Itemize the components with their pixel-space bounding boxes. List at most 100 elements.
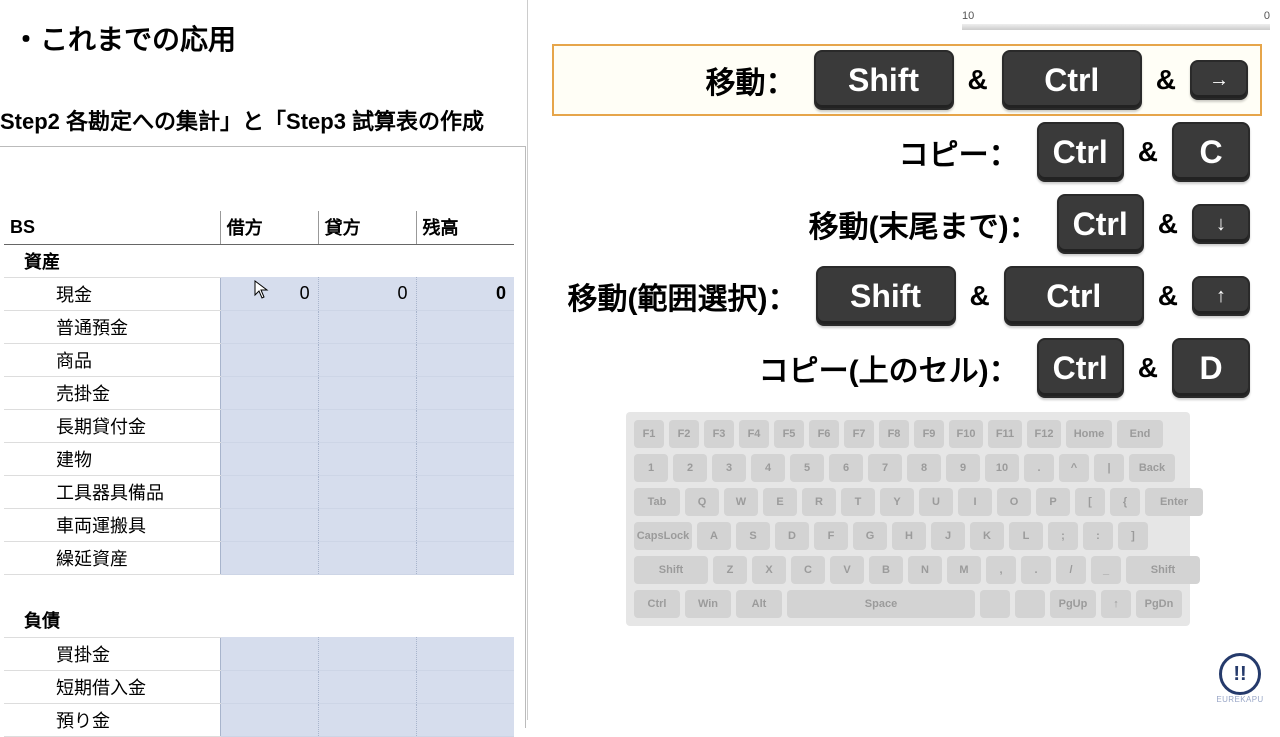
kbd-key: ; (1048, 522, 1078, 550)
ampersand: & (1138, 136, 1158, 168)
bs-frame: BS 借方 貸方 残高 資産現金000普通預金商品売掛金長期貸付金建物工具器具備… (0, 146, 526, 728)
cell-balance[interactable] (416, 376, 514, 409)
cell-debit[interactable] (220, 409, 318, 442)
cell-credit[interactable] (318, 409, 416, 442)
kbd-key: ] (1118, 522, 1148, 550)
table-row[interactable]: 繰延資産 (4, 541, 514, 574)
shortcut-label: 移動： (706, 58, 796, 102)
kbd-key: T (841, 488, 875, 516)
cell-balance[interactable]: 0 (416, 277, 514, 310)
kbd-key: F (814, 522, 848, 550)
table-row[interactable]: 長期貸付金 (4, 409, 514, 442)
kbd-key: A (697, 522, 731, 550)
cell-debit[interactable] (220, 541, 318, 574)
table-row[interactable]: 車両運搬具 (4, 508, 514, 541)
kbd-key: Shift (634, 556, 708, 584)
kbd-key: L (1009, 522, 1043, 550)
kbd-key: W (724, 488, 758, 516)
cell-balance[interactable] (416, 475, 514, 508)
key-ctrl: Ctrl (1002, 50, 1142, 110)
cell-credit[interactable] (318, 343, 416, 376)
cell-credit[interactable] (318, 376, 416, 409)
cell-balance[interactable] (416, 409, 514, 442)
shortcut-label: 移動(範囲選択)： (568, 274, 798, 318)
table-row[interactable]: 短期借入金 (4, 670, 514, 703)
key-↑: ↑ (1192, 276, 1250, 316)
cell-credit[interactable]: 0 (318, 277, 416, 310)
table-row[interactable]: 現金000 (4, 277, 514, 310)
cell-debit[interactable] (220, 343, 318, 376)
cell-credit[interactable] (318, 475, 416, 508)
cell-credit[interactable] (318, 310, 416, 343)
kbd-key: Alt (736, 590, 782, 618)
kbd-key: J (931, 522, 965, 550)
bs-label: BS (4, 211, 220, 244)
kbd-key: M (947, 556, 981, 584)
cell-balance[interactable] (416, 343, 514, 376)
kbd-key: Z (713, 556, 747, 584)
kbd-key: F12 (1027, 420, 1061, 448)
table-row[interactable]: 建物 (4, 442, 514, 475)
cell-balance[interactable] (416, 508, 514, 541)
row-name: 建物 (4, 442, 220, 475)
left-pane: ・これまでの応用 Step2 各勘定への集計」と「Step3 試算表の作成 BS… (0, 0, 528, 720)
cell-balance[interactable] (416, 670, 514, 703)
kbd-key: 1 (634, 454, 668, 482)
kbd-key: C (791, 556, 825, 584)
cell-debit[interactable]: 0 (220, 277, 318, 310)
ampersand: & (1158, 208, 1178, 240)
cell-debit[interactable] (220, 508, 318, 541)
kbd-key: X (752, 556, 786, 584)
cell-debit[interactable] (220, 442, 318, 475)
kbd-key: Tab (634, 488, 680, 516)
row-name: 繰延資産 (4, 541, 220, 574)
cell-credit[interactable] (318, 541, 416, 574)
cell-balance[interactable] (416, 442, 514, 475)
cell-debit[interactable] (220, 670, 318, 703)
row-name: 買掛金 (4, 637, 220, 670)
cell-balance[interactable] (416, 637, 514, 670)
col-debit: 借方 (220, 211, 318, 244)
shortcut-block: 移動：Shift&Ctrl&→コピー：Ctrl&C移動(末尾まで)：Ctrl&↓… (552, 44, 1262, 404)
kbd-key: F5 (774, 420, 804, 448)
row-name: 工具器具備品 (4, 475, 220, 508)
kbd-row: F1F2F3F4F5F6F7F8F9F10F11F12HomeEnd (634, 420, 1182, 448)
key-c: C (1172, 122, 1250, 182)
row-name: 現金 (4, 277, 220, 310)
cell-debit[interactable] (220, 376, 318, 409)
table-row[interactable]: 商品 (4, 343, 514, 376)
kbd-row: CapsLockASDFGHJKL;:] (634, 522, 1182, 550)
kbd-key: Shift (1126, 556, 1200, 584)
table-row[interactable]: 普通預金 (4, 310, 514, 343)
kbd-key (1015, 590, 1045, 618)
kbd-key: R (802, 488, 836, 516)
row-name: 普通預金 (4, 310, 220, 343)
row-name: 商品 (4, 343, 220, 376)
kbd-key: , (986, 556, 1016, 584)
cell-credit[interactable] (318, 670, 416, 703)
cell-credit[interactable] (318, 442, 416, 475)
kbd-key: | (1094, 454, 1124, 482)
cell-balance[interactable] (416, 541, 514, 574)
ruler-right: 0 (1264, 10, 1270, 22)
key-ctrl: Ctrl (1057, 194, 1144, 254)
table-row[interactable]: 売掛金 (4, 376, 514, 409)
cell-balance[interactable] (416, 310, 514, 343)
table-row[interactable]: 工具器具備品 (4, 475, 514, 508)
cell-debit[interactable] (220, 637, 318, 670)
shortcut-label: コピー： (899, 130, 1019, 174)
logo-mark: !! (1219, 653, 1261, 695)
kbd-key: I (958, 488, 992, 516)
cell-credit[interactable] (318, 508, 416, 541)
key-d: D (1172, 338, 1250, 398)
cell-debit[interactable] (220, 310, 318, 343)
page-subtitle: Step2 各勘定への集計」と「Step3 試算表の作成 (0, 64, 527, 146)
kbd-key: P (1036, 488, 1070, 516)
table-row[interactable]: 買掛金 (4, 637, 514, 670)
kbd-key: 8 (907, 454, 941, 482)
kbd-key: Q (685, 488, 719, 516)
cell-debit[interactable] (220, 475, 318, 508)
kbd-key: _ (1091, 556, 1121, 584)
kbd-key: Ctrl (634, 590, 680, 618)
cell-credit[interactable] (318, 637, 416, 670)
